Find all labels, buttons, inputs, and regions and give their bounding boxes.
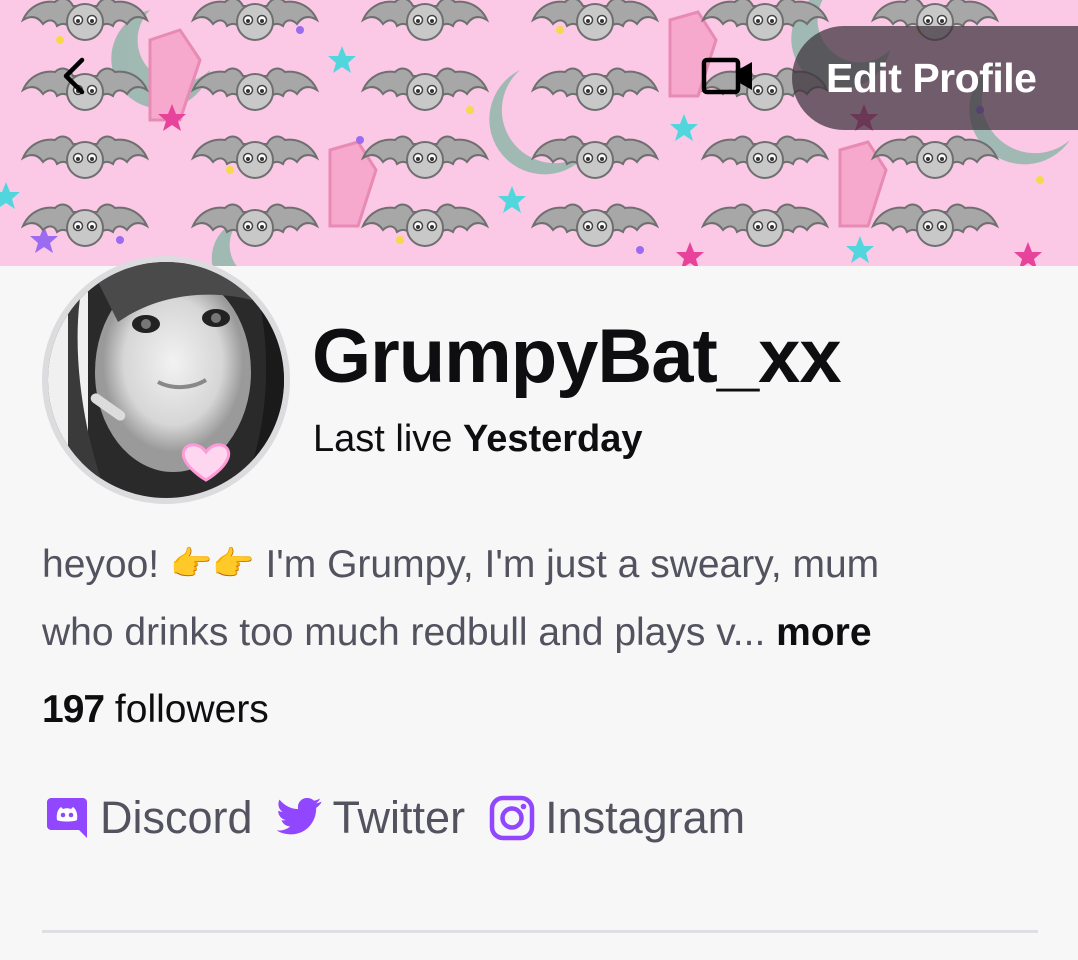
chevron-left-icon	[56, 56, 92, 101]
avatar-photo	[48, 262, 284, 498]
pointing-hands-emoji: 👉👉	[169, 545, 255, 583]
followers-number: 197	[42, 688, 105, 731]
followers-count[interactable]: 197 followers	[42, 686, 269, 734]
bio-line1-start: heyoo!	[42, 543, 160, 586]
instagram-icon	[487, 793, 537, 843]
social-label-twitter: Twitter	[332, 792, 466, 843]
bio-line2: who drinks too much redbull and plays v.…	[42, 611, 766, 654]
video-camera-icon	[700, 54, 756, 103]
twitter-icon	[275, 793, 325, 843]
social-links: Discord Twitter Instagram	[42, 788, 767, 848]
social-link-instagram[interactable]: Instagram	[487, 792, 745, 844]
section-divider	[42, 930, 1038, 933]
bio-more-link[interactable]: more	[776, 611, 871, 654]
avatar[interactable]	[48, 262, 284, 498]
social-link-twitter[interactable]: Twitter	[275, 792, 466, 844]
bio-line1-end: I'm Grumpy, I'm just a sweary, mum	[265, 543, 880, 586]
go-live-button[interactable]	[694, 50, 762, 106]
social-label-instagram: Instagram	[545, 792, 746, 843]
last-live-value: Yesterday	[462, 418, 643, 460]
last-live-status: Last live Yesterday	[313, 416, 643, 462]
username: GrumpyBat_xx	[312, 314, 842, 399]
followers-label: followers	[114, 688, 269, 731]
back-button[interactable]	[46, 50, 102, 106]
last-live-prefix: Last live	[313, 418, 453, 460]
social-label-discord: Discord	[100, 792, 253, 843]
discord-icon	[42, 793, 92, 843]
bio-text: heyoo! 👉👉 I'm Grumpy, I'm just a sweary,…	[42, 530, 1042, 667]
social-link-discord[interactable]: Discord	[42, 792, 253, 844]
edit-profile-button[interactable]: Edit Profile	[792, 26, 1078, 130]
